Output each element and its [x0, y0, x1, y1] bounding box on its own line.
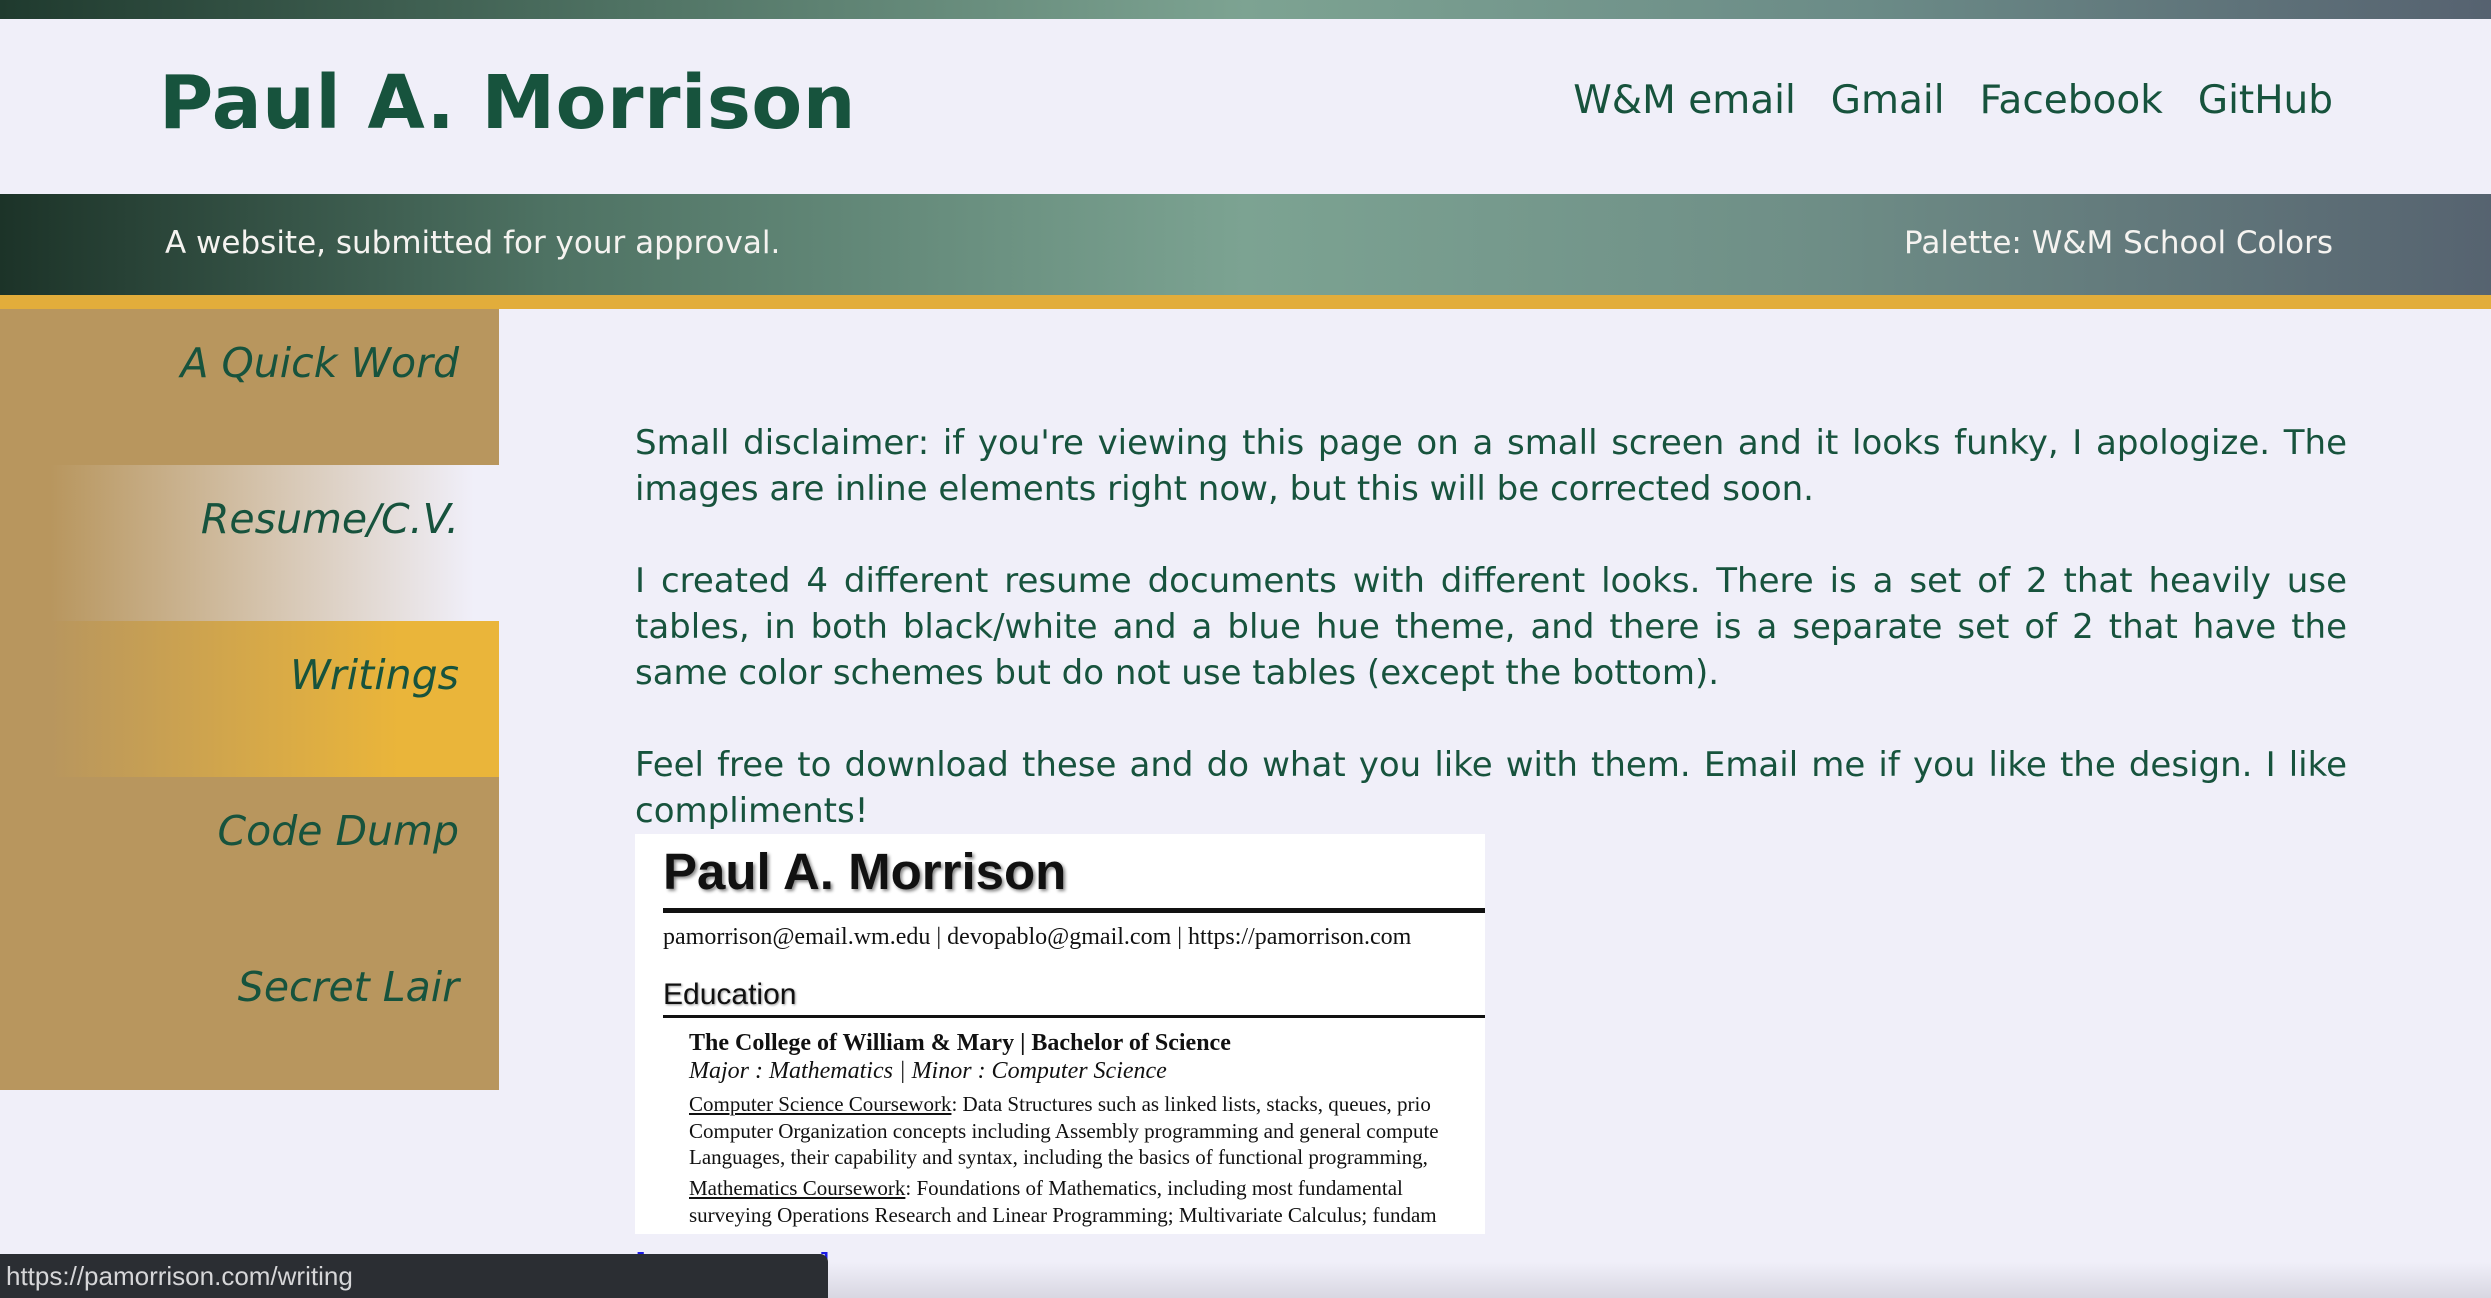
site-title: Paul A. Morrison	[159, 60, 856, 146]
resume-contact: pamorrison@email.wm.edu | devopablo@gmai…	[663, 924, 1412, 950]
resume-cs-label: Computer Science Coursework	[689, 1092, 952, 1116]
link-facebook[interactable]: Facebook	[1980, 78, 2163, 123]
link-github[interactable]: GitHub	[2198, 78, 2333, 123]
sidebar-item-a-quick-word[interactable]: A Quick Word	[0, 309, 499, 465]
status-bar-url: https://pamorrison.com/writing	[0, 1254, 828, 1298]
resume-info-paragraph: I created 4 different resume documents w…	[635, 561, 2347, 693]
disclaimer-paragraph: Small disclaimer: if you're viewing this…	[635, 423, 2347, 509]
resume-preview-image[interactable]: Paul A. Morrison pamorrison@email.wm.edu…	[635, 834, 1485, 1234]
resume-divider	[663, 908, 1485, 913]
download-paragraph: Feel free to download these and do what …	[635, 745, 2347, 831]
resume-section-heading: Education	[663, 978, 797, 1011]
resume-text-line: Computer Organization concepts including…	[689, 1119, 1439, 1143]
banner-tagline: A website, submitted for your approval.	[165, 225, 781, 261]
bottom-shadow	[828, 1262, 2491, 1298]
banner: A website, submitted for your approval. …	[0, 194, 2491, 309]
resume-section-divider	[663, 1015, 1485, 1018]
sidebar-item-label: Secret Lair	[237, 963, 459, 1011]
resume-math-label: Mathematics Coursework	[689, 1176, 906, 1200]
top-gradient-strip	[0, 0, 2491, 19]
resume-cs-text: : Data Structures such as linked lists, …	[951, 1092, 1431, 1116]
main-content: Small disclaimer: if you're viewing this…	[635, 420, 2347, 880]
sidebar-item-label: Code Dump	[217, 807, 459, 855]
resume-math-text: : Foundations of Mathematics, including …	[905, 1176, 1403, 1200]
resume-name: Paul A. Morrison	[663, 843, 1067, 900]
sidebar-item-secret-lair[interactable]: Secret Lair	[0, 933, 499, 1089]
resume-cs-line: Computer Science Coursework: Data Struct…	[689, 1092, 1431, 1117]
resume-text-line: Languages, their capability and syntax, …	[689, 1145, 1428, 1169]
page: Paul A. Morrison W&M email Gmail Faceboo…	[0, 0, 2491, 1298]
resume-school: The College of William & Mary | Bachelor…	[689, 1030, 1231, 1056]
sidebar-item-label: Writings	[290, 651, 459, 699]
sidebar-item-writings[interactable]: Writings	[0, 621, 499, 777]
link-wm-email[interactable]: W&M email	[1573, 78, 1796, 123]
sidebar-item-resume[interactable]: Resume/C.V.	[0, 465, 499, 621]
resume-math-line: Mathematics Coursework: Foundations of M…	[689, 1176, 1403, 1201]
resume-major: Major : Mathematics | Minor : Computer S…	[689, 1058, 1167, 1084]
sidebar-item-code-dump[interactable]: Code Dump	[0, 777, 499, 933]
sidebar-item-label: Resume/C.V.	[200, 495, 459, 543]
resume-text-line: surveying Operations Research and Linear…	[689, 1203, 1437, 1227]
sidebar-item-label: A Quick Word	[180, 339, 459, 387]
top-nav: W&M email Gmail Facebook GitHub	[1573, 78, 2333, 123]
sidebar: A Quick Word Resume/C.V. Writings Code D…	[0, 309, 499, 1090]
link-gmail[interactable]: Gmail	[1831, 78, 1945, 123]
banner-palette: Palette: W&M School Colors	[1904, 225, 2333, 261]
